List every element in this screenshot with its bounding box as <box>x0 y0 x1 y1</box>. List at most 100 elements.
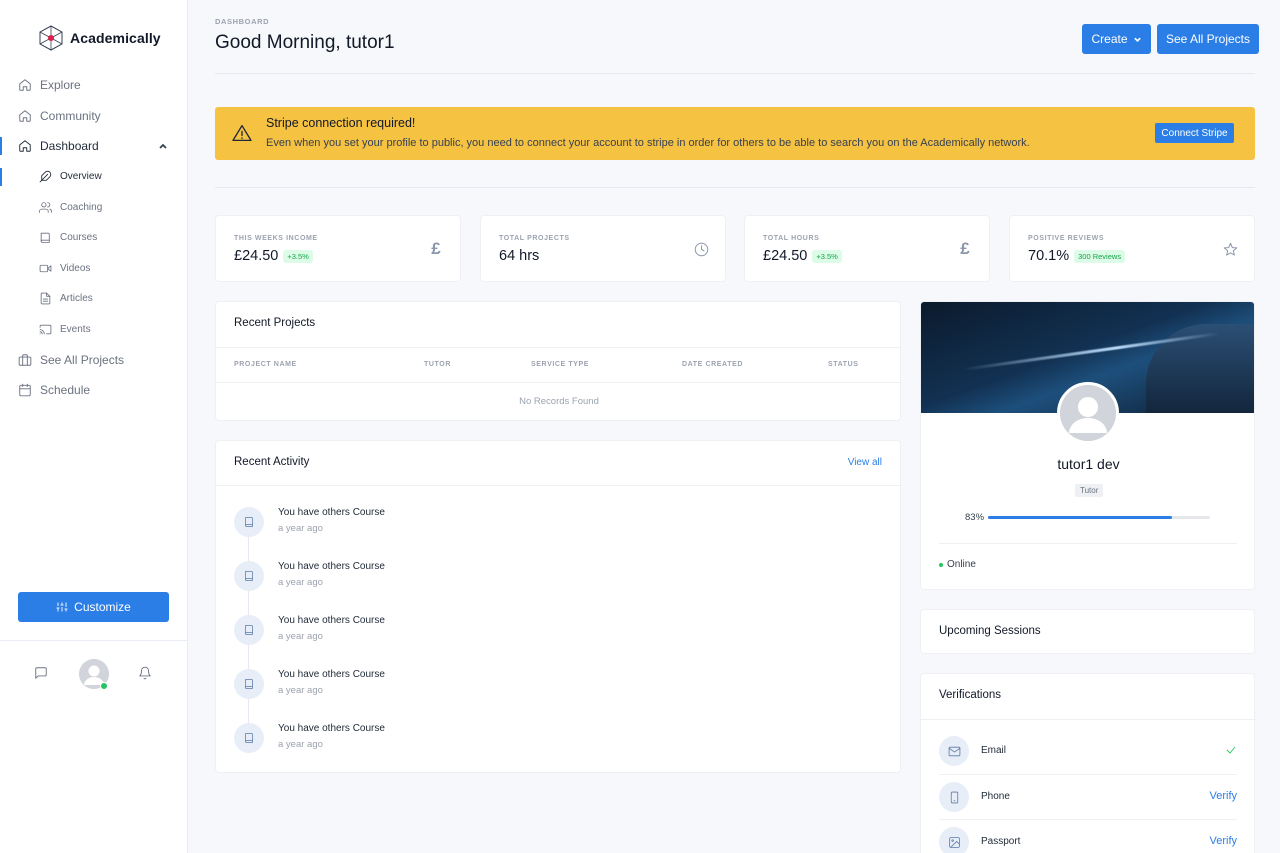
stat-card-total-hours: TOTAL HOURS £24.50 +3.5% £ <box>744 215 990 282</box>
users-icon <box>39 201 52 214</box>
sidebar-subitem-videos[interactable]: Videos <box>0 253 188 284</box>
sidebar-nav: Explore Community Dashboard Overview Coa… <box>0 70 188 406</box>
activity-title: You have others Course <box>278 669 385 680</box>
upcoming-sessions-card: Upcoming Sessions <box>920 609 1255 654</box>
sidebar-item-schedule[interactable]: Schedule <box>0 375 188 406</box>
feather-icon <box>39 170 52 183</box>
sidebar-subitem-courses[interactable]: Courses <box>0 223 188 254</box>
warning-icon <box>232 124 252 142</box>
alert-text: Even when you set your profile to public… <box>266 137 1030 149</box>
stat-value: 64 hrs <box>499 248 539 264</box>
bell-icon[interactable] <box>138 666 154 682</box>
verification-label: Phone <box>981 791 1010 802</box>
column-header[interactable]: STATUS <box>828 361 859 368</box>
create-button[interactable]: Create <box>1082 24 1151 54</box>
pound-icon: £ <box>431 239 441 258</box>
verifications-card: Verifications Email Phone Verify Passpor… <box>920 673 1256 853</box>
app-logo[interactable]: Academically <box>38 24 161 52</box>
sidebar-item-label: Schedule <box>40 383 91 398</box>
column-header[interactable]: PROJECT NAME <box>234 361 297 368</box>
customize-label: Customize <box>74 600 131 614</box>
stat-badge: +3.5% <box>812 249 842 263</box>
recent-activity-card: Recent Activity View all You have others… <box>215 440 902 773</box>
sidebar-item-explore[interactable]: Explore <box>0 70 188 101</box>
calendar-icon <box>18 383 32 397</box>
verify-passport-link[interactable]: Verify <box>1209 835 1237 847</box>
sidebar-item-see-all-projects[interactable]: See All Projects <box>0 345 188 376</box>
verification-label: Passport <box>981 836 1021 847</box>
sidebar-subitem-label: Videos <box>60 262 91 274</box>
avatar[interactable] <box>1057 382 1119 444</box>
chevron-up-icon[interactable] <box>158 140 168 150</box>
sidebar-subitem-articles[interactable]: Articles <box>0 284 188 315</box>
sidebar-item-label: Explore <box>40 78 81 93</box>
activity-time: a year ago <box>278 685 323 696</box>
sidebar: Academically Explore Community Dashboard… <box>0 0 188 853</box>
sidebar-item-dashboard[interactable]: Dashboard <box>0 131 188 162</box>
activity-time: a year ago <box>278 631 323 642</box>
column-header[interactable]: DATE CREATED <box>682 361 743 368</box>
card-title: Verifications <box>939 689 1002 701</box>
chevron-down-icon <box>1133 37 1141 42</box>
sidebar-subitem-label: Courses <box>60 232 98 244</box>
view-all-link[interactable]: View all <box>848 457 882 468</box>
see-all-projects-button[interactable]: See All Projects <box>1157 24 1259 54</box>
customize-button[interactable]: Customize <box>18 592 169 622</box>
stat-card-weekly-income: THIS WEEKS INCOME £24.50 +3.5% £ <box>215 215 461 282</box>
verify-phone-link[interactable]: Verify <box>1209 790 1237 802</box>
profile-card: tutor1 dev Tutor 83% Online <box>920 301 1255 590</box>
stat-label: TOTAL PROJECTS <box>499 235 570 242</box>
file-text-icon <box>39 292 52 305</box>
home-icon <box>18 78 32 92</box>
mail-icon <box>939 736 969 766</box>
progress-fill <box>988 516 1173 519</box>
progress-label: 83% <box>965 512 985 523</box>
row-divider <box>939 774 1237 775</box>
create-label: Create <box>1091 32 1128 46</box>
column-header[interactable]: SERVICE TYPE <box>531 361 589 368</box>
list-item[interactable]: You have others Course a year ago <box>234 669 834 709</box>
online-status-dot <box>939 562 943 567</box>
clock-icon <box>693 240 709 258</box>
sidebar-subitem-label: Overview <box>60 171 102 183</box>
page-title: Good Morning, tutor1 <box>215 32 395 53</box>
activity-time: a year ago <box>278 523 323 534</box>
activity-title: You have others Course <box>278 507 385 518</box>
cast-icon <box>39 323 52 336</box>
sidebar-subitem-coaching[interactable]: Coaching <box>0 192 188 223</box>
list-item[interactable]: You have others Course a year ago <box>234 615 834 655</box>
stat-value: 70.1% 300 Reviews <box>1028 248 1126 264</box>
column-header[interactable]: TUTOR <box>424 361 451 368</box>
online-status-dot <box>100 682 108 690</box>
card-divider <box>921 719 1256 720</box>
row-divider <box>939 819 1237 820</box>
stat-value: £24.50 +3.5% <box>763 248 842 264</box>
table-header: PROJECT NAME TUTOR SERVICE TYPE DATE CRE… <box>216 347 902 383</box>
sidebar-subitem-label: Articles <box>60 293 93 305</box>
book-icon <box>234 507 264 537</box>
sidebar-subitem-label: Events <box>60 323 91 335</box>
message-icon[interactable] <box>34 666 50 682</box>
sidebar-subitem-overview[interactable]: Overview <box>0 162 188 193</box>
sidebar-subitem-events[interactable]: Events <box>0 314 188 345</box>
list-item[interactable]: You have others Course a year ago <box>234 723 834 763</box>
list-item[interactable]: You have others Course a year ago <box>234 561 834 601</box>
app-name: Academically <box>70 30 161 46</box>
book-icon <box>234 561 264 591</box>
card-title: Recent Activity <box>234 456 310 468</box>
card-divider <box>216 485 902 486</box>
list-item[interactable]: You have others Course a year ago <box>234 507 834 547</box>
activity-title: You have others Course <box>278 615 385 626</box>
stat-badge: +3.5% <box>283 249 313 263</box>
activity-time: a year ago <box>278 739 323 750</box>
book-icon <box>234 615 264 645</box>
verification-label: Email <box>981 745 1007 756</box>
card-title: Upcoming Sessions <box>939 625 1041 637</box>
sidebar-item-community[interactable]: Community <box>0 101 188 132</box>
sidebar-item-label: See All Projects <box>40 352 125 367</box>
phone-icon <box>939 782 969 812</box>
sidebar-item-label: Dashboard <box>40 139 99 154</box>
section-divider <box>215 187 1255 188</box>
connect-stripe-button[interactable]: Connect Stripe <box>1155 123 1234 143</box>
stat-label: TOTAL HOURS <box>763 235 820 242</box>
